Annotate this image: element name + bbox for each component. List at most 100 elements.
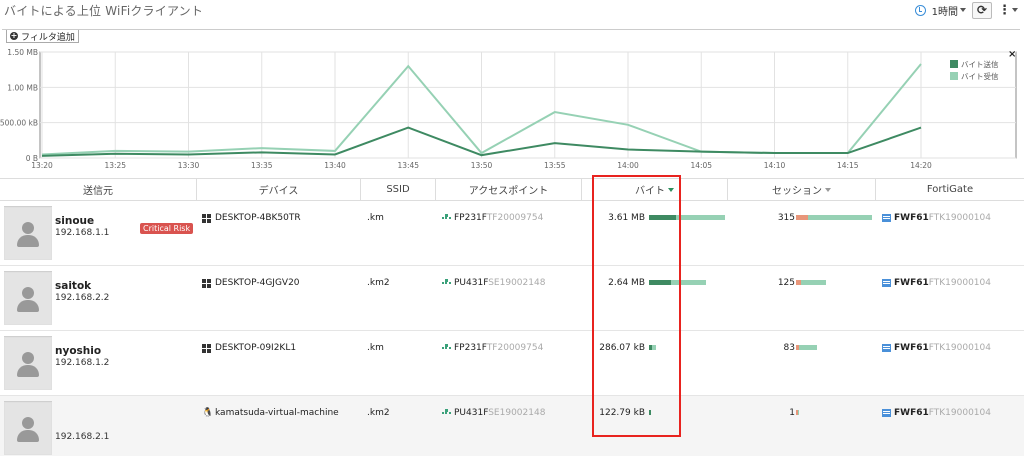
- column-header-bytes[interactable]: バイト: [582, 179, 728, 200]
- clients-table: 送信元 デバイス SSID アクセスポイント バイト セッション FortiGa…: [0, 178, 1024, 456]
- cell-source: saitok 192.168.2.2: [0, 266, 197, 330]
- chevron-down-icon: [1012, 8, 1018, 12]
- widget-title: バイトによる上位 WiFiクライアント: [4, 4, 204, 18]
- chart-legend: バイト送信 バイト受信: [950, 58, 999, 82]
- column-label-device: デバイス: [258, 186, 299, 197]
- column-header-fortigate[interactable]: FortiGate: [876, 179, 1024, 200]
- linux-icon: 🐧: [202, 408, 214, 418]
- cell-ap: FP231FTF20009754: [436, 201, 582, 265]
- bytes-value: 3.61 MB: [608, 213, 645, 223]
- access-point-icon: [442, 409, 451, 417]
- bytes-received-bar: [670, 280, 706, 285]
- column-header-device[interactable]: デバイス: [197, 179, 361, 200]
- avatar-body: [17, 300, 39, 312]
- cell-ssid: .km2: [361, 396, 436, 456]
- more-options-button[interactable]: ⋮: [998, 3, 1018, 18]
- avatar-body: [17, 235, 39, 247]
- x-tick-label: 13:30: [178, 161, 200, 170]
- ap-entry[interactable]: FP231FTF20009754: [442, 343, 543, 353]
- cell-bytes: 122.79 kB: [582, 396, 728, 456]
- ap-entry[interactable]: PU431FSE19002148: [442, 278, 545, 288]
- cell-ap: PU431FSE19002148: [436, 266, 582, 330]
- windows-icon: [202, 213, 211, 223]
- user-name[interactable]: saitok: [55, 280, 91, 292]
- user-name[interactable]: sinoue: [55, 215, 94, 227]
- device-entry[interactable]: DESKTOP-09I2KL1: [202, 343, 296, 353]
- device-entry[interactable]: DESKTOP-4BK50TR: [202, 213, 301, 223]
- refresh-button[interactable]: ⟳: [972, 1, 992, 19]
- ap-serial: SE19002148: [488, 278, 546, 288]
- user-name[interactable]: nyoshio: [55, 345, 101, 357]
- legend-item-received[interactable]: バイト受信: [950, 70, 999, 82]
- legend-swatch-received: [950, 72, 958, 80]
- access-point-icon: [442, 279, 451, 287]
- column-header-sessions[interactable]: セッション: [728, 179, 876, 200]
- cell-bytes: 286.07 kB: [582, 331, 728, 395]
- toolbar: 1時間 ⟳ ⋮: [914, 1, 1018, 19]
- fortigate-entry[interactable]: FWF61FTK19000104: [882, 213, 991, 223]
- column-header-ap[interactable]: アクセスポイント: [436, 179, 582, 200]
- x-tick-label: 14:05: [690, 161, 712, 170]
- table-row[interactable]: saitok 192.168.2.2 DESKTOP-4GJGV20 .km2 …: [0, 266, 1024, 331]
- add-filter-label: フィルタ追加: [21, 32, 75, 43]
- y-tick-label: 1.50 MB: [7, 48, 38, 57]
- x-tick-label: 13:45: [397, 161, 419, 170]
- time-range-dropdown[interactable]: 1時間: [932, 3, 966, 18]
- column-header-ssid[interactable]: SSID: [361, 179, 436, 200]
- cell-device: 🐧 kamatsuda-virtual-machine: [197, 396, 361, 456]
- x-tick-label: 13:40: [324, 161, 346, 170]
- cell-sessions: 315: [728, 201, 876, 265]
- add-filter-button[interactable]: + フィルタ追加: [6, 30, 79, 43]
- column-label-sessions: セッション: [772, 186, 822, 197]
- user-ip: 192.168.1.1: [55, 228, 110, 238]
- y-tick-label: 500.00 kB: [0, 119, 38, 128]
- table-row[interactable]: nyoshio 192.168.1.2 DESKTOP-09I2KL1 .km …: [0, 331, 1024, 396]
- ssid-value: .km: [367, 213, 384, 223]
- avatar: [4, 402, 52, 455]
- cell-fortigate: FWF61FTK19000104: [876, 201, 1024, 265]
- table-row[interactable]: 192.168.2.1 🐧 kamatsuda-virtual-machine .…: [0, 396, 1024, 456]
- user-ip: 192.168.1.2: [55, 358, 110, 368]
- avatar-head: [22, 352, 34, 364]
- sessions-bar-b: [800, 280, 827, 285]
- device-entry[interactable]: DESKTOP-4GJGV20: [202, 278, 300, 288]
- legend-item-sent[interactable]: バイト送信: [950, 58, 999, 70]
- bytes-value: 122.79 kB: [599, 408, 645, 418]
- ap-serial: SE19002148: [488, 408, 546, 418]
- fortigate-entry[interactable]: FWF61FTK19000104: [882, 343, 991, 353]
- bytes-sent-bar: [649, 410, 651, 415]
- fortigate-icon: [882, 409, 891, 417]
- fortigate-serial: FTK19000104: [928, 278, 991, 288]
- ap-entry[interactable]: PU431FSE19002148: [442, 408, 545, 418]
- bytes-value: 286.07 kB: [599, 343, 645, 353]
- fortigate-name: FWF61: [894, 343, 929, 353]
- table-row[interactable]: sinoue 192.168.1.1 Critical Risk DESKTOP…: [0, 201, 1024, 266]
- column-label-fortigate: FortiGate: [926, 184, 974, 195]
- avatar: [4, 337, 52, 390]
- device-entry[interactable]: 🐧 kamatsuda-virtual-machine: [202, 408, 339, 418]
- device-name: DESKTOP-4GJGV20: [215, 278, 300, 288]
- ap-serial: TF20009754: [486, 213, 544, 223]
- close-icon[interactable]: ×: [1008, 49, 1016, 60]
- fortigate-entry[interactable]: FWF61FTK19000104: [882, 408, 991, 418]
- bytes-value: 2.64 MB: [608, 278, 645, 288]
- bytes-received-bar: [676, 215, 725, 220]
- ssid-value: .km2: [367, 278, 390, 288]
- column-label-source: 送信元: [83, 186, 113, 197]
- fortigate-name: FWF61: [894, 278, 929, 288]
- ap-entry[interactable]: FP231FTF20009754: [442, 213, 543, 223]
- ap-serial: TF20009754: [486, 343, 544, 353]
- column-header-source[interactable]: 送信元: [0, 179, 197, 200]
- x-tick-label: 13:35: [251, 161, 273, 170]
- cell-bytes: 3.61 MB: [582, 201, 728, 265]
- bytes-received-bar: [651, 345, 656, 350]
- more-vertical-icon: ⋮: [998, 2, 1011, 18]
- sort-icon: [825, 187, 831, 192]
- avatar: [4, 207, 52, 260]
- y-tick-label: 1.00 MB: [7, 83, 38, 92]
- fortigate-entry[interactable]: FWF61FTK19000104: [882, 278, 991, 288]
- x-tick-label: 13:50: [471, 161, 493, 170]
- column-label-bytes: バイト: [635, 186, 665, 197]
- access-point-icon: [442, 214, 451, 222]
- plus-icon: +: [10, 31, 18, 40]
